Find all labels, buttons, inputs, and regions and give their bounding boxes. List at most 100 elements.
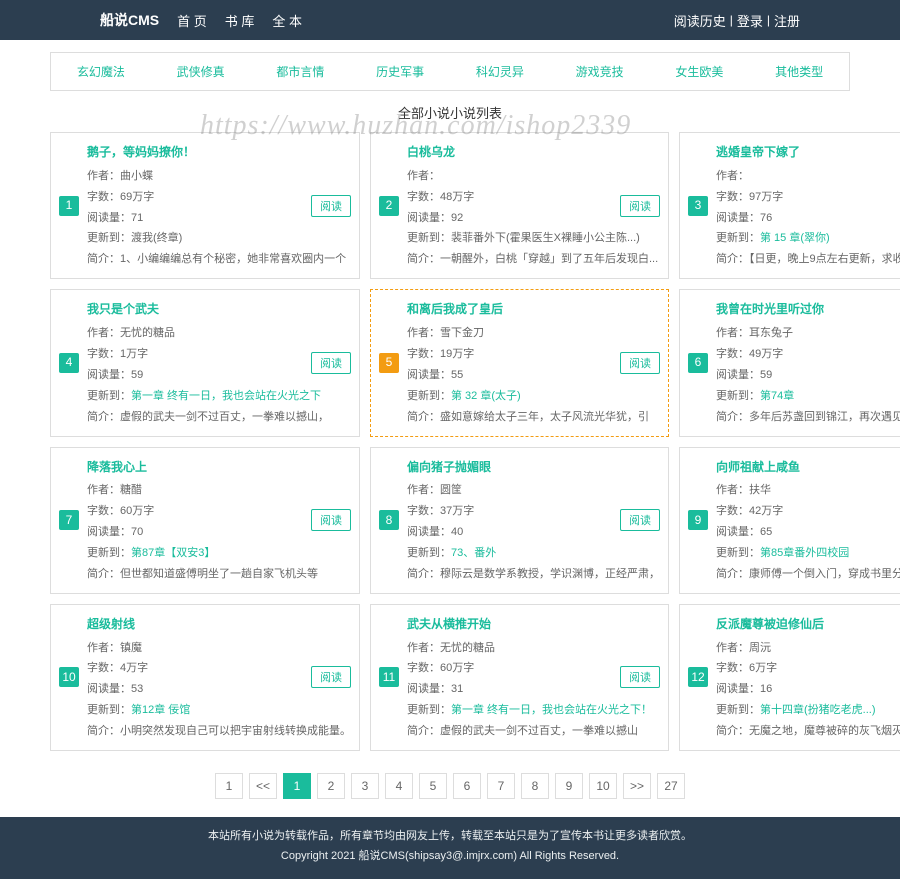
- page-button[interactable]: 10: [589, 773, 617, 799]
- book-title[interactable]: 和离后我成了皇后: [407, 298, 660, 321]
- book-intro: 简介：1、小编编编总有个秘密，她非常喜欢圈内一个: [87, 249, 351, 270]
- book-grid: 1鹅子，等妈妈撩你！作者：曲小蝶字数：69万字阅读量：71更新到：渡我(终章)简…: [50, 132, 850, 751]
- book-title[interactable]: 我曾在时光里听过你: [716, 298, 900, 321]
- book-update: 更新到：第一章 终有一日，我也会站在火光之下: [87, 386, 351, 407]
- page-button[interactable]: 3: [351, 773, 379, 799]
- book-title[interactable]: 逃婚皇帝下嫁了: [716, 141, 900, 164]
- book-title[interactable]: 反派魔尊被迫修仙后: [716, 613, 900, 636]
- book-reads: 阅读量：16: [716, 679, 900, 700]
- rank-badge: 9: [688, 510, 708, 530]
- read-button[interactable]: 阅读: [311, 352, 351, 374]
- rank-badge: 6: [688, 353, 708, 373]
- page-button[interactable]: >>: [623, 773, 651, 799]
- nav-complete[interactable]: 全 本: [272, 11, 302, 30]
- book-update: 更新到：第74章: [716, 386, 900, 407]
- book-intro: 简介：但世都知道盛傅明坐了一趟自家飞机头等: [87, 564, 351, 585]
- book-title[interactable]: 白桃乌龙: [407, 141, 660, 164]
- rank-badge: 4: [59, 353, 79, 373]
- book-title[interactable]: 鹅子，等妈妈撩你！: [87, 141, 351, 164]
- cat-link[interactable]: 游戏竞技: [576, 63, 624, 80]
- book-intro: 简介：虚假的武夫一剑不过百丈，一拳难以撼山: [407, 721, 660, 742]
- book-title[interactable]: 我只是个武夫: [87, 298, 351, 321]
- book-author: 作者：镇魔: [87, 638, 351, 659]
- book-author: 作者：糖醋: [87, 480, 351, 501]
- book-reads: 阅读量：76: [716, 208, 900, 229]
- pagination: 1<<12345678910>>27: [50, 773, 850, 799]
- page-button[interactable]: 1: [283, 773, 311, 799]
- read-button[interactable]: 阅读: [311, 195, 351, 217]
- category-nav: 玄幻魔法 武侠修真 都市言情 历史军事 科幻灵异 游戏竞技 女生欧美 其他类型: [50, 52, 850, 91]
- register-link[interactable]: 注册: [774, 11, 800, 30]
- footer-disclaimer: 本站所有小说为转载作品，所有章节均由网友上传，转载至本站只是为了宣传本书让更多读…: [0, 827, 900, 847]
- page-button[interactable]: 8: [521, 773, 549, 799]
- rank-badge: 10: [59, 667, 79, 687]
- book-card: 8偏向猪子抛媚眼作者：圆筐字数：37万字阅读量：40更新到：73、番外简介：穆际…: [370, 447, 669, 594]
- brand-logo[interactable]: 船说CMS: [100, 10, 159, 30]
- cat-link[interactable]: 都市言情: [276, 63, 324, 80]
- read-button[interactable]: 阅读: [620, 195, 660, 217]
- page-button[interactable]: 1: [215, 773, 243, 799]
- book-title[interactable]: 降落我心上: [87, 456, 351, 479]
- read-button[interactable]: 阅读: [620, 352, 660, 374]
- read-button[interactable]: 阅读: [620, 509, 660, 531]
- top-header: 船说CMS 首 页 书 库 全 本 阅读历史 | 登录 | 注册: [0, 0, 900, 40]
- book-update: 更新到：第12章 佞馆: [87, 700, 351, 721]
- cat-link[interactable]: 玄幻魔法: [77, 63, 125, 80]
- page-button[interactable]: 4: [385, 773, 413, 799]
- book-card: 7降落我心上作者：糖醋字数：60万字阅读量：70更新到：第87章【双安3】简介：…: [50, 447, 360, 594]
- footer: 本站所有小说为转载作品，所有章节均由网友上传，转载至本站只是为了宣传本书让更多读…: [0, 817, 900, 879]
- page-button[interactable]: 5: [419, 773, 447, 799]
- book-update: 更新到：73、番外: [407, 543, 660, 564]
- page-button[interactable]: 2: [317, 773, 345, 799]
- page-button[interactable]: 9: [555, 773, 583, 799]
- book-update: 更新到：裴菲番外下(霍果医生X裸睡小公主陈...): [407, 228, 660, 249]
- rank-badge: 7: [59, 510, 79, 530]
- rank-badge: 2: [379, 196, 399, 216]
- login-link[interactable]: 登录: [737, 11, 763, 30]
- page-button[interactable]: 7: [487, 773, 515, 799]
- cat-link[interactable]: 科幻灵异: [476, 63, 524, 80]
- book-author: 作者：圆筐: [407, 480, 660, 501]
- book-title[interactable]: 超级射线: [87, 613, 351, 636]
- book-card: 4我只是个武夫作者：无忧的糖品字数：1万字阅读量：59更新到：第一章 终有一日，…: [50, 289, 360, 436]
- book-title[interactable]: 武夫从横推开始: [407, 613, 660, 636]
- rank-badge: 12: [688, 667, 708, 687]
- read-history-link[interactable]: 阅读历史: [674, 11, 726, 30]
- page-button[interactable]: 27: [657, 773, 685, 799]
- cat-link[interactable]: 武侠修真: [177, 63, 225, 80]
- read-button[interactable]: 阅读: [311, 509, 351, 531]
- book-update: 更新到：第十四章(扮猪吃老虎...): [716, 700, 900, 721]
- page-button[interactable]: <<: [249, 773, 277, 799]
- book-card: 10超级射线作者：镇魔字数：4万字阅读量：53更新到：第12章 佞馆简介：小明突…: [50, 604, 360, 751]
- nav-home[interactable]: 首 页: [177, 11, 207, 30]
- book-words: 字数：42万字: [716, 501, 900, 522]
- book-words: 字数：49万字: [716, 344, 900, 365]
- book-author: 作者：: [716, 166, 900, 187]
- book-title[interactable]: 偏向猪子抛媚眼: [407, 456, 660, 479]
- rank-badge: 11: [379, 667, 399, 687]
- book-card: 2白桃乌龙作者：字数：48万字阅读量：92更新到：裴菲番外下(霍果医生X裸睡小公…: [370, 132, 669, 279]
- book-intro: 简介：【日更，晚上9点左右更新，求收藏呀，超甜: [716, 249, 900, 270]
- book-update: 更新到：第一章 终有一日，我也会站在火光之下！: [407, 700, 660, 721]
- nav-library[interactable]: 书 库: [225, 11, 255, 30]
- book-intro: 简介：康师傅一个倒入门，穿成书里分到最际的弟子，教: [716, 564, 900, 585]
- cat-link[interactable]: 历史军事: [376, 63, 424, 80]
- book-intro: 简介：盛如意嫁给太子三年，太子风流光华犹，引: [407, 407, 660, 428]
- book-card: 1鹅子，等妈妈撩你！作者：曲小蝶字数：69万字阅读量：71更新到：渡我(终章)简…: [50, 132, 360, 279]
- page-button[interactable]: 6: [453, 773, 481, 799]
- header-right: 阅读历史 | 登录 | 注册: [674, 11, 800, 30]
- rank-badge: 8: [379, 510, 399, 530]
- cat-link[interactable]: 其他类型: [775, 63, 823, 80]
- book-title[interactable]: 向师祖献上咸鱼: [716, 456, 900, 479]
- book-intro: 简介：多年后苏盏回到锦江，再次遇见了那个人。: [716, 407, 900, 428]
- separator: |: [730, 13, 733, 27]
- book-update: 更新到：第87章【双安3】: [87, 543, 351, 564]
- read-button[interactable]: 阅读: [311, 666, 351, 688]
- book-update: 更新到：第 15 章(翠你): [716, 228, 900, 249]
- book-card: 11武夫从横推开始作者：无忧的糖品字数：60万字阅读量：31更新到：第一章 终有…: [370, 604, 669, 751]
- read-button[interactable]: 阅读: [620, 666, 660, 688]
- header-left: 船说CMS 首 页 书 库 全 本: [100, 10, 302, 30]
- cat-link[interactable]: 女生欧美: [675, 63, 723, 80]
- rank-badge: 5: [379, 353, 399, 373]
- book-reads: 阅读量：59: [716, 365, 900, 386]
